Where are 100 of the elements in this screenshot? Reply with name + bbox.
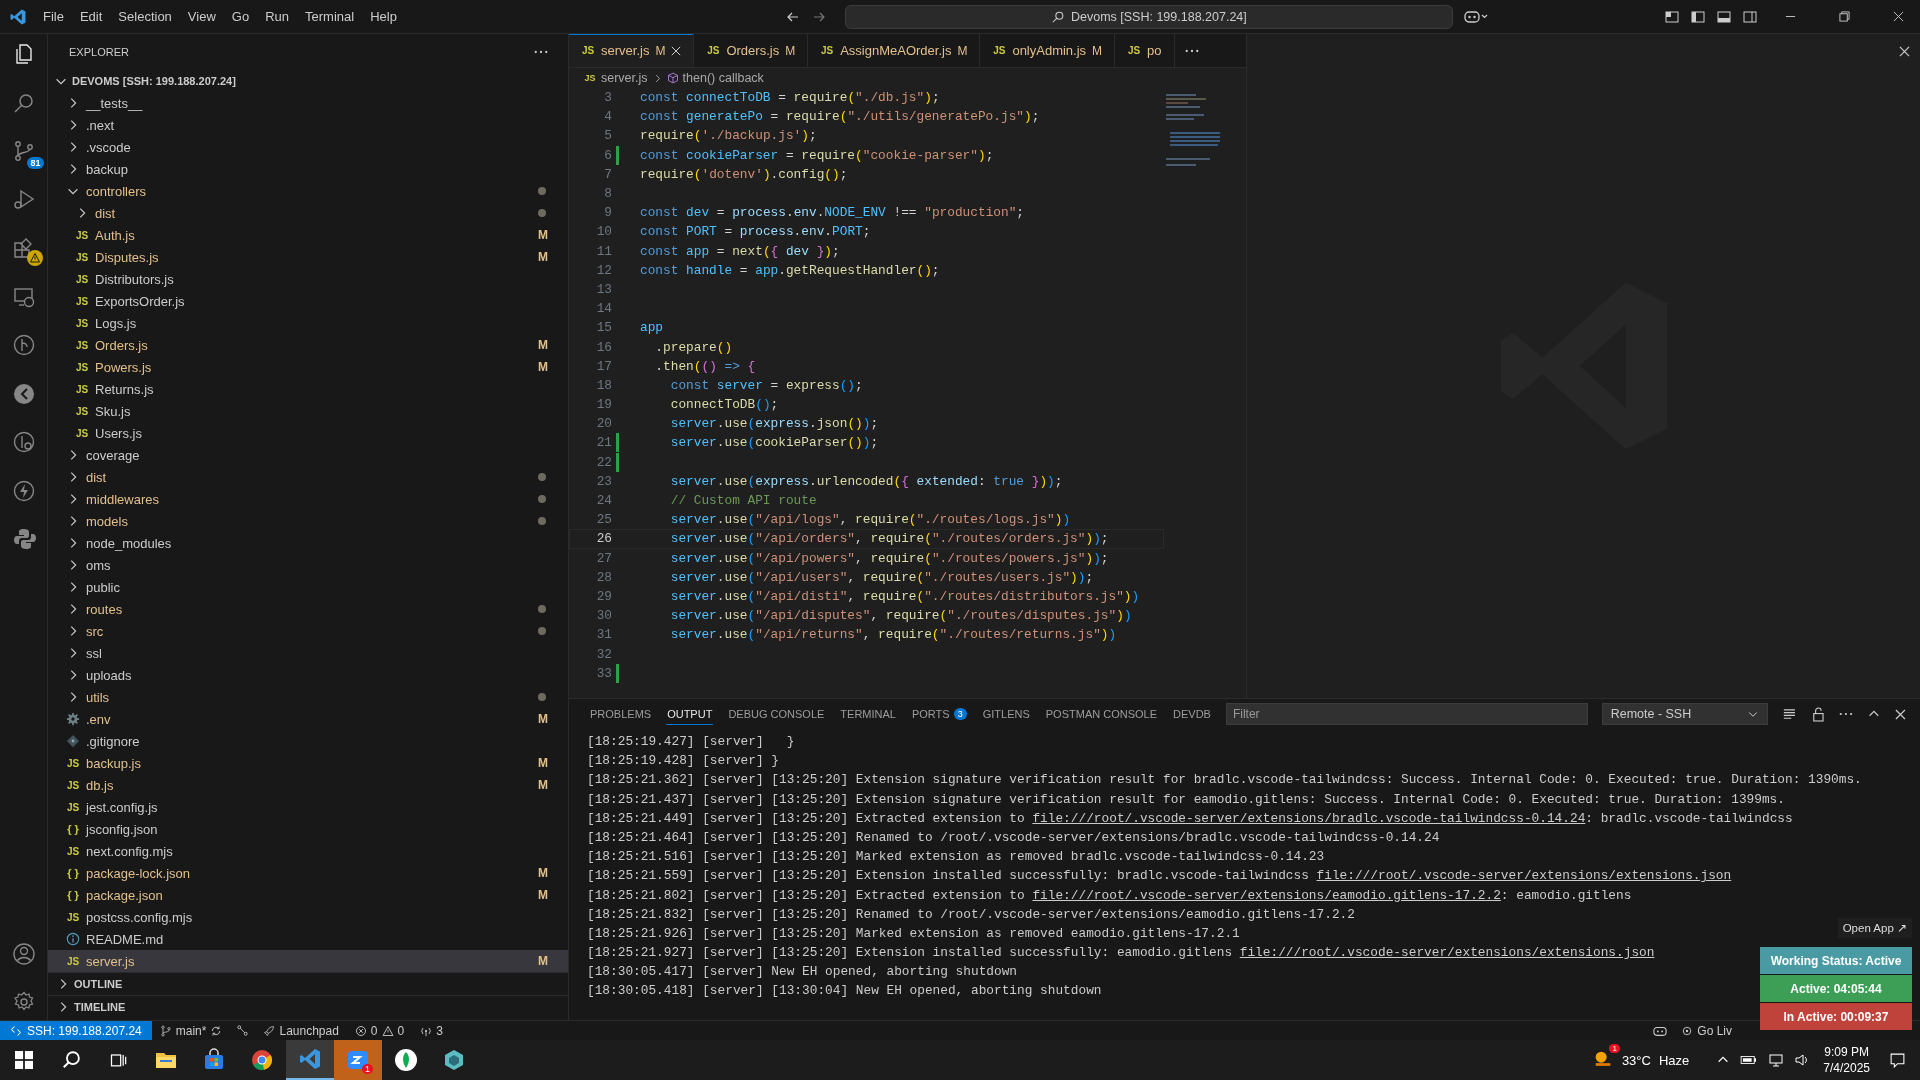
tree-item[interactable]: JS Auth.js M: [48, 224, 568, 246]
lightning-icon[interactable]: [11, 478, 36, 503]
tree-item[interactable]: ssl: [48, 642, 568, 664]
extension-circle-icon[interactable]: [11, 381, 36, 406]
editor-tab[interactable]: JS AssignMeAOrder.js M: [808, 34, 981, 67]
branch-circle-icon[interactable]: [11, 333, 36, 357]
command-center[interactable]: Devoms [SSH: 199.188.207.24]: [844, 4, 1453, 29]
panel-tab[interactable]: OUTPUT: [666, 703, 714, 725]
editor-tab[interactable]: JS po: [1115, 34, 1175, 67]
panel-tab[interactable]: DEBUG CONSOLE: [727, 703, 826, 725]
tree-item[interactable]: .next: [48, 114, 568, 136]
menu-item[interactable]: Go: [223, 5, 258, 28]
panel-toggle-icon[interactable]: [1716, 8, 1732, 25]
copilot-icon[interactable]: [1462, 8, 1489, 25]
tree-item[interactable]: JS Users.js: [48, 422, 568, 444]
panel-tab[interactable]: POSTMAN CONSOLE: [1044, 703, 1158, 725]
tree-item[interactable]: JS Orders.js M: [48, 334, 568, 356]
more-icon[interactable]: [534, 50, 548, 54]
branch-status[interactable]: main*: [151, 1023, 231, 1038]
file-link[interactable]: file:///root/.vscode-server/extensions/eamodio.gitlens-17.2.2: [1032, 887, 1501, 903]
tree-item[interactable]: coverage: [48, 444, 568, 466]
tree-item[interactable]: JS next.config.mjs: [48, 840, 568, 862]
tree-item[interactable]: JS db.js M: [48, 774, 568, 796]
breadcrumb-item[interactable]: then() callback: [682, 71, 764, 85]
graph-icon[interactable]: [236, 1024, 250, 1037]
tree-item[interactable]: README.md: [48, 928, 568, 950]
filter-field[interactable]: Filter: [1225, 703, 1588, 725]
more-icon[interactable]: [1184, 48, 1199, 53]
go-live-status[interactable]: Go Liv: [1673, 1023, 1740, 1038]
remote-indicator[interactable]: SSH: 199.188.207.24: [0, 1020, 152, 1041]
menu-item[interactable]: Run: [257, 5, 297, 28]
battery-icon[interactable]: [1740, 1053, 1759, 1067]
tree-item[interactable]: .vscode: [48, 136, 568, 158]
tree-item[interactable]: dist: [48, 202, 568, 224]
tree-item[interactable]: JS postcss.config.mjs: [48, 906, 568, 928]
editor-tab[interactable]: JS Orders.js M: [694, 34, 809, 67]
close-icon[interactable]: [1899, 46, 1910, 57]
menu-item[interactable]: Selection: [110, 5, 180, 28]
file-link[interactable]: file:///root/.vscode-server/extensions/extensions.json: [1316, 868, 1732, 884]
start-icon[interactable]: [15, 1051, 33, 1069]
more-icon[interactable]: [1839, 712, 1854, 716]
run-debug-icon[interactable]: [11, 187, 36, 212]
tree-item[interactable]: oms: [48, 554, 568, 576]
tree-item[interactable]: models: [48, 510, 568, 532]
breadcrumb-item[interactable]: server.js: [601, 71, 648, 85]
account-icon[interactable]: [11, 942, 36, 966]
network-icon[interactable]: [1768, 1052, 1785, 1068]
panel-tab[interactable]: DEVDB: [1172, 703, 1212, 725]
taskbar-app[interactable]: 1: [334, 1040, 382, 1080]
secondary-sidebar-icon[interactable]: [1742, 8, 1758, 25]
problems-status[interactable]: 0 0: [346, 1023, 413, 1038]
tree-item[interactable]: JS ExportsOrder.js: [48, 290, 568, 312]
menu-item[interactable]: View: [179, 5, 224, 28]
tree-item[interactable]: .gitignore: [48, 730, 568, 752]
tree-item[interactable]: routes: [48, 598, 568, 620]
menu-item[interactable]: File: [35, 5, 72, 28]
channel-dropdown[interactable]: Remote - SSH: [1601, 703, 1768, 725]
tree-item[interactable]: uploads: [48, 664, 568, 686]
search-icon[interactable]: [61, 1049, 83, 1071]
panel-tab[interactable]: PROBLEMS: [589, 703, 653, 725]
tree-item[interactable]: { } package-lock.json M: [48, 862, 568, 884]
panel-tab[interactable]: PORTS 3: [910, 703, 968, 725]
tree-item[interactable]: __tests__: [48, 92, 568, 114]
tree-item[interactable]: backup: [48, 158, 568, 180]
section-header[interactable]: TIMELINE: [48, 995, 568, 1018]
tree-item[interactable]: utils: [48, 686, 568, 708]
tree-item[interactable]: src: [48, 620, 568, 642]
file-link[interactable]: file:///root/.vscode-server/extensions/extensions.json: [1239, 945, 1655, 961]
tree-item[interactable]: public: [48, 576, 568, 598]
tree-item[interactable]: JS backup.js M: [48, 752, 568, 774]
tree-item[interactable]: JS Disputes.js M: [48, 246, 568, 268]
tree-item[interactable]: JS Sku.js: [48, 400, 568, 422]
tree-item[interactable]: middlewares: [48, 488, 568, 510]
section-header[interactable]: OUTLINE: [48, 972, 568, 995]
panel-tab[interactable]: GITLENS: [981, 703, 1031, 725]
menu-item[interactable]: Terminal: [297, 5, 363, 28]
lock-icon[interactable]: [1810, 706, 1826, 722]
tree-item[interactable]: JS jest.config.js: [48, 796, 568, 818]
notifications-icon[interactable]: [1889, 1051, 1906, 1069]
clock[interactable]: 9:09 PM 7/4/2025: [1823, 1044, 1870, 1076]
tree-item[interactable]: node_modules: [48, 532, 568, 554]
tree-item[interactable]: JS Logs.js: [48, 312, 568, 334]
workspace-header[interactable]: DEVOMS [SSH: 199.188.207.24]: [48, 70, 568, 92]
editor-tab[interactable]: JS server.js M: [569, 34, 695, 67]
sidebar-toggle-icon[interactable]: [1690, 8, 1706, 25]
python-icon[interactable]: [11, 527, 36, 551]
ports-status[interactable]: 3: [412, 1023, 451, 1038]
tree-item[interactable]: { } jsconfig.json: [48, 818, 568, 840]
menu-item[interactable]: Help: [362, 5, 405, 28]
tree-item[interactable]: .env M: [48, 708, 568, 730]
editor-tab[interactable]: JS onlyAdmin.js M: [980, 34, 1116, 67]
history-circle-icon[interactable]: [11, 430, 36, 454]
tree-item[interactable]: JS Powers.js M: [48, 356, 568, 378]
list-icon[interactable]: [1781, 706, 1797, 722]
layout-icon[interactable]: [1664, 8, 1680, 25]
file-link[interactable]: file:///root/.vscode-server/extensions/bradlc.vscode-tailwindcss-0.14.24: [1032, 810, 1586, 826]
panel-tab[interactable]: TERMINAL: [839, 703, 897, 725]
open-app-button[interactable]: Open App ↗: [1837, 918, 1912, 938]
tree-item[interactable]: controllers: [48, 180, 568, 202]
tree-item[interactable]: dist: [48, 466, 568, 488]
